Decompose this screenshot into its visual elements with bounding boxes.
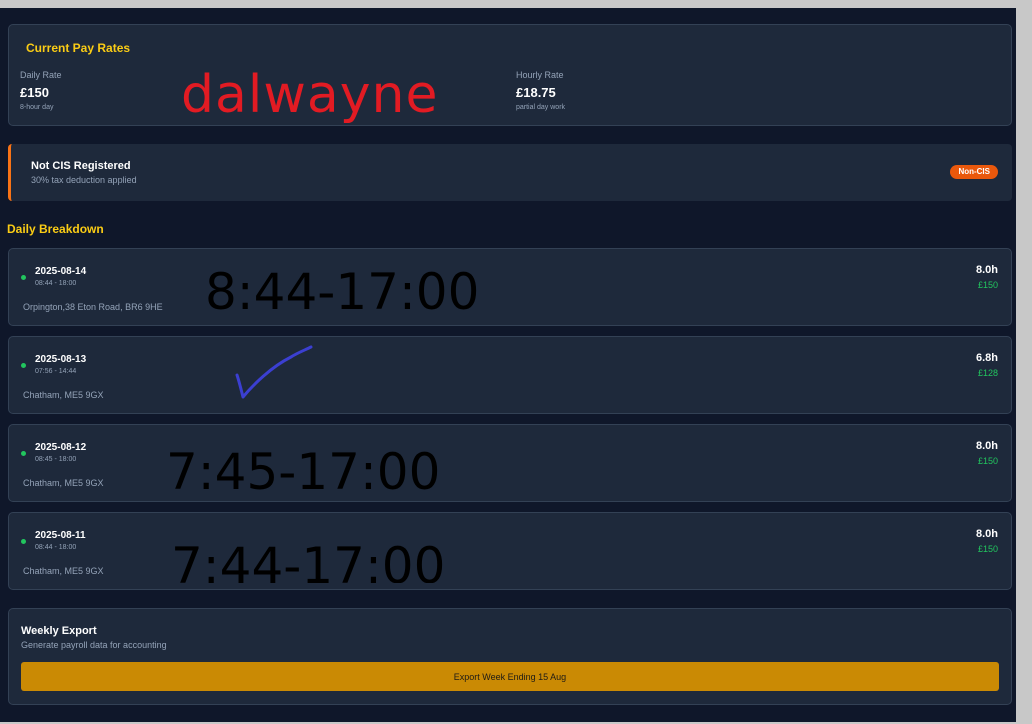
status-dot-icon xyxy=(21,451,26,456)
pay-rates-card: Current Pay Rates Daily Rate £150 8-hour… xyxy=(8,24,1012,126)
day-hours: 8.0h xyxy=(975,264,998,276)
day-times: 08:44 - 18:00 xyxy=(35,544,77,551)
hourly-rate-value: £18.75 xyxy=(516,85,556,100)
day-pay: £150 xyxy=(977,456,998,466)
day-times: 08:45 - 18:00 xyxy=(35,456,77,463)
day-location: Chatham, ME5 9GX xyxy=(23,566,104,576)
app-frame: Current Pay Rates Daily Rate £150 8-hour… xyxy=(0,8,1016,722)
cis-status-card: Not CIS Registered 30% tax deduction app… xyxy=(8,144,1012,201)
non-cis-badge: Non-CIS xyxy=(950,165,998,179)
weekly-export-card: Weekly Export Generate payroll data for … xyxy=(8,608,1012,705)
status-dot-icon xyxy=(21,275,26,280)
checkmark-icon xyxy=(235,345,313,399)
daily-rate-value: £150 xyxy=(20,85,49,100)
day-pay: £128 xyxy=(977,368,998,378)
day-location: Orpington,38 Eton Road, BR6 9HE xyxy=(23,302,163,312)
status-dot-icon xyxy=(21,363,26,368)
day-card[interactable]: 2025-08-14 08:44 - 18:00 Orpington,38 Et… xyxy=(8,248,1012,326)
daily-rate-sub: 8-hour day xyxy=(20,104,54,111)
day-card[interactable]: 2025-08-12 08:45 - 18:00 Chatham, ME5 9G… xyxy=(8,424,1012,502)
day-date: 2025-08-14 xyxy=(35,266,87,277)
pay-rates-title: Current Pay Rates xyxy=(26,41,131,55)
handwritten-time-annotation: 8:44-17:00 xyxy=(205,263,480,321)
day-hours: 6.8h xyxy=(975,352,998,364)
day-date: 2025-08-13 xyxy=(35,354,87,365)
cis-status-subtitle: 30% tax deduction applied xyxy=(31,175,137,185)
daily-rate-label: Daily Rate xyxy=(20,70,62,80)
daily-breakdown-title: Daily Breakdown xyxy=(7,222,104,236)
weekly-export-subtitle: Generate payroll data for accounting xyxy=(21,640,167,650)
hourly-rate-label: Hourly Rate xyxy=(516,70,564,80)
day-pay: £150 xyxy=(977,280,998,290)
day-times: 07:56 - 14:44 xyxy=(35,368,77,375)
day-hours: 8.0h xyxy=(975,440,998,452)
hourly-rate-sub: partial day work xyxy=(516,104,566,111)
handwritten-time-annotation: 7:45-17:00 xyxy=(166,443,441,501)
day-date: 2025-08-11 xyxy=(35,530,86,541)
day-card[interactable]: 2025-08-11 08:44 - 18:00 Chatham, ME5 9G… xyxy=(8,512,1012,590)
day-hours: 8.0h xyxy=(975,528,998,540)
export-week-button[interactable]: Export Week Ending 15 Aug xyxy=(21,662,999,691)
handwritten-name-annotation: dalwayne xyxy=(181,65,439,125)
day-location: Chatham, ME5 9GX xyxy=(23,478,104,488)
day-times: 08:44 - 18:00 xyxy=(35,280,77,287)
day-card[interactable]: 2025-08-13 07:56 - 14:44 Chatham, ME5 9G… xyxy=(8,336,1012,414)
cis-status-title: Not CIS Registered xyxy=(31,160,131,172)
day-date: 2025-08-12 xyxy=(35,442,87,453)
day-location: Chatham, ME5 9GX xyxy=(23,390,104,400)
status-dot-icon xyxy=(21,539,26,544)
handwritten-time-annotation: 7:44-17:00 xyxy=(171,541,446,583)
day-pay: £150 xyxy=(977,544,998,554)
weekly-export-title: Weekly Export xyxy=(21,625,97,637)
